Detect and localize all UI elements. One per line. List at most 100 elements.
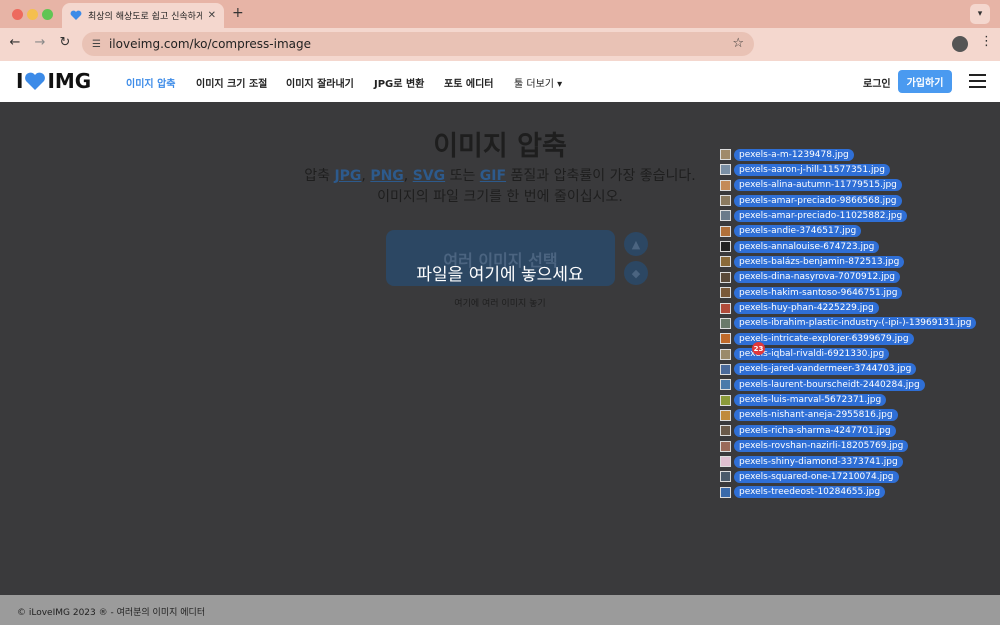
- file-name: pexels-squared-one-17210074.jpg: [734, 470, 899, 483]
- file-thumbnail-icon: [720, 302, 731, 314]
- file-name: pexels-aaron-j-hill-11577351.jpg: [734, 163, 890, 176]
- file-name: pexels-annalouise-674723.jpg: [734, 240, 880, 253]
- file-name: pexels-treedeost-10284655.jpg: [734, 486, 886, 499]
- file-thumbnail-icon: [720, 363, 731, 375]
- file-name: pexels-dina-nasyrova-7070912.jpg: [734, 271, 900, 284]
- file-thumbnail-icon: [720, 317, 731, 329]
- signup-button[interactable]: 가입하기: [898, 70, 952, 93]
- heart-icon: [70, 10, 82, 22]
- format-link-jpg[interactable]: JPG: [334, 168, 361, 184]
- dragged-file-item: pexels-balázs-benjamin-872513.jpg: [720, 255, 905, 268]
- format-link-png[interactable]: PNG: [370, 168, 403, 184]
- bookmark-star-icon[interactable]: ☆: [732, 36, 744, 51]
- drag-count-badge: 23: [752, 342, 765, 355]
- file-thumbnail-icon: [720, 164, 731, 176]
- dragged-file-item: pexels-annalouise-674723.jpg: [720, 240, 880, 253]
- file-name: pexels-a-m-1239478.jpg: [734, 148, 854, 161]
- hamburger-menu-icon[interactable]: [969, 74, 986, 92]
- dragged-file-item: pexels-huy-phan-4225229.jpg: [720, 302, 879, 315]
- address-bar[interactable]: ☰ iloveimg.com/ko/compress-image ☆: [82, 32, 754, 56]
- file-thumbnail-icon: [720, 149, 731, 160]
- file-thumbnail-icon: [720, 210, 731, 222]
- file-thumbnail-icon: [720, 394, 731, 406]
- file-name: pexels-laurent-bourscheidt-2440284.jpg: [734, 378, 925, 391]
- logo-text-right: IMG: [47, 69, 92, 93]
- file-thumbnail-icon: [720, 425, 731, 437]
- subtitle-or: 또는: [445, 168, 480, 184]
- tab-close-icon[interactable]: ✕: [208, 10, 216, 21]
- format-link-svg[interactable]: SVG: [413, 168, 445, 184]
- dragged-file-item: pexels-rovshan-nazirli-18205769.jpg: [720, 440, 909, 453]
- dragged-file-item: pexels-ibrahim-plastic-industry-(-ipi-)-…: [720, 317, 977, 330]
- file-name: pexels-luis-marval-5672371.jpg: [734, 394, 887, 407]
- dragged-file-item: pexels-andie-3746517.jpg: [720, 225, 862, 238]
- file-thumbnail-icon: [720, 241, 731, 253]
- logo-text-left: I: [16, 69, 24, 93]
- nav-convert-to-jpg[interactable]: JPG로 변환: [374, 75, 424, 90]
- file-thumbnail-icon: [720, 409, 731, 421]
- subtitle-separator: ,: [403, 168, 413, 184]
- back-arrow-icon[interactable]: ←: [6, 35, 24, 50]
- nav-compress-image[interactable]: 이미지 압축: [126, 75, 175, 90]
- heart-icon: [25, 72, 46, 90]
- file-name: pexels-ibrahim-plastic-industry-(-ipi-)-…: [734, 317, 977, 330]
- file-name: pexels-richa-sharma-4247701.jpg: [734, 424, 896, 437]
- file-thumbnail-icon: [720, 379, 731, 391]
- caret-down-icon: ▾: [557, 79, 563, 90]
- footer-copyright: © iLoveIMG 2023 ® - 여러분의 이미지 에디터: [17, 608, 206, 618]
- tab-search-button[interactable]: ▾: [970, 4, 990, 24]
- dragged-file-item: pexels-amar-preciado-9866568.jpg: [720, 194, 902, 207]
- window-close-button[interactable]: [12, 9, 23, 20]
- dragged-file-item: pexels-hakim-santoso-9646751.jpg: [720, 286, 903, 299]
- reload-icon[interactable]: ↻: [56, 35, 74, 50]
- file-name: pexels-andie-3746517.jpg: [734, 225, 862, 238]
- file-name: pexels-amar-preciado-9866568.jpg: [734, 194, 902, 207]
- format-link-gif[interactable]: GIF: [480, 168, 506, 184]
- nav-crop-image[interactable]: 이미지 잘라내기: [286, 75, 354, 90]
- file-thumbnail-icon: [720, 179, 731, 191]
- subtitle-prefix: 압축: [304, 168, 330, 184]
- file-thumbnail-icon: [720, 256, 731, 268]
- url-text: iloveimg.com/ko/compress-image: [108, 37, 312, 51]
- browser-tab-bar: 최상의 해상도로 쉽고 신속하게 이미 ✕ + ▾: [0, 0, 1000, 28]
- dragged-file-item: pexels-intricate-explorer-6399679.jpg: [720, 332, 914, 345]
- file-thumbnail-icon: [720, 225, 731, 237]
- login-link[interactable]: 로그인: [863, 75, 891, 90]
- tab-title: 최상의 해상도로 쉽고 신속하게 이미: [88, 12, 202, 22]
- dragged-file-item: pexels-a-m-1239478.jpg: [720, 148, 854, 161]
- file-name: pexels-huy-phan-4225229.jpg: [734, 302, 879, 314]
- subtitle-line-2: 이미지의 파일 크기를 한 번에 줄이십시오.: [377, 189, 623, 205]
- profile-avatar-icon[interactable]: [952, 36, 968, 52]
- window-maximize-button[interactable]: [42, 9, 53, 20]
- browser-menu-icon[interactable]: ⋮: [980, 34, 993, 49]
- nav-resize-image[interactable]: 이미지 크기 조절: [196, 75, 267, 90]
- nav-more-tools[interactable]: 툴 더보기 ▾: [514, 75, 562, 90]
- dragged-file-item: pexels-nishant-aneja-2955816.jpg: [720, 409, 898, 422]
- dragged-file-item: pexels-alina-autumn-11779515.jpg: [720, 179, 902, 192]
- dragged-file-item: pexels-iqbal-rivaldi-6921330.jpg: [720, 348, 890, 361]
- file-thumbnail-icon: [720, 348, 731, 360]
- nav-photo-editor[interactable]: 포토 에디터: [444, 75, 493, 90]
- file-name: pexels-rovshan-nazirli-18205769.jpg: [734, 440, 909, 453]
- dragged-file-item: pexels-treedeost-10284655.jpg: [720, 486, 886, 499]
- dragged-file-item: pexels-laurent-bourscheidt-2440284.jpg: [720, 378, 925, 391]
- forward-arrow-icon[interactable]: →: [31, 35, 49, 50]
- file-thumbnail-icon: [720, 440, 731, 452]
- site-info-icon[interactable]: ☰: [92, 39, 101, 50]
- file-thumbnail-icon: [720, 333, 731, 345]
- dragged-file-item: pexels-shiny-diamond-3373741.jpg: [720, 455, 903, 468]
- file-thumbnail-icon: [720, 486, 731, 498]
- new-tab-button[interactable]: +: [232, 5, 244, 21]
- file-thumbnail-icon: [720, 471, 731, 483]
- browser-tab[interactable]: 최상의 해상도로 쉽고 신속하게 이미 ✕: [62, 3, 224, 28]
- file-thumbnail-icon: [720, 271, 731, 283]
- site-header: I IMG 이미지 압축 이미지 크기 조절 이미지 잘라내기 JPG로 변환 …: [0, 61, 1000, 102]
- file-name: pexels-jared-vandermeer-3744703.jpg: [734, 363, 917, 376]
- file-name: pexels-balázs-benjamin-872513.jpg: [734, 255, 905, 268]
- window-minimize-button[interactable]: [27, 9, 38, 20]
- dragged-file-item: pexels-luis-marval-5672371.jpg: [720, 394, 887, 407]
- subtitle-separator: ,: [361, 168, 371, 184]
- google-drive-icon[interactable]: ▲: [624, 232, 648, 256]
- file-name: pexels-hakim-santoso-9646751.jpg: [734, 286, 903, 299]
- site-logo[interactable]: I IMG: [16, 69, 91, 93]
